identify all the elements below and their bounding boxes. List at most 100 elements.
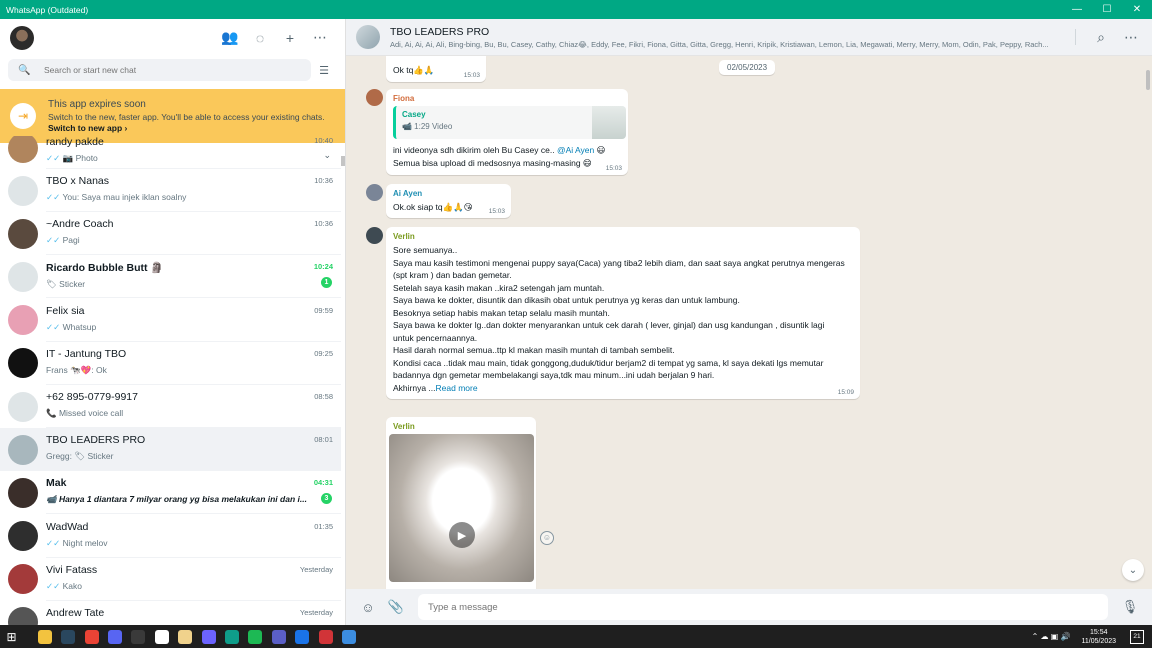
attach-icon[interactable]: 📎 — [382, 599, 410, 615]
chat-list-item[interactable]: Ricardo Bubble Butt 🗿 🏷 Sticker 10:24 1 — [0, 255, 341, 299]
contact-avatar[interactable] — [8, 521, 38, 552]
chevron-down-icon[interactable]: ⌄ — [323, 150, 331, 161]
conversation-panel: TBO LEADERS PRO Adi, Ai, Ai, Ai, Ali, Bi… — [346, 19, 1152, 625]
start-icon[interactable]: ⊞ — [0, 625, 23, 648]
contact-avatar[interactable] — [8, 434, 38, 465]
quoted-message[interactable]: Casey 📹 1:29 Video — [393, 106, 626, 139]
contact-avatar[interactable] — [8, 477, 38, 508]
chat-list-item[interactable]: Felix sia ✓✓ Whatsup 09:59 — [0, 299, 341, 342]
contact-avatar[interactable] — [8, 348, 38, 379]
taskbar-app-spotify[interactable] — [244, 625, 267, 648]
community-icon[interactable]: 👥 — [215, 26, 245, 50]
microphone-icon[interactable]: 🎙 — [1116, 599, 1144, 615]
chat-list-item[interactable]: randy pakde ✓✓ 📷 Photo 10:40 ⌄ — [0, 136, 341, 169]
taskbar-app-notepad[interactable] — [150, 625, 173, 648]
chat-time: 10:24 — [313, 262, 333, 272]
chat-list: randy pakde ✓✓ 📷 Photo 10:40 ⌄ TBO x Nanas ✓✓… — [0, 136, 341, 625]
chat-list-item[interactable]: TBO LEADERS PRO Gregg: 🏷 Sticker 08:01 — [0, 428, 341, 472]
taskbar-app-edge[interactable] — [221, 625, 244, 648]
contact-avatar[interactable] — [8, 136, 38, 163]
chat-list-item[interactable]: IT - Jantung TBO Frans 🐄💖: Ok 09:25 — [0, 342, 341, 385]
taskbar: ⊞ ⌃ ☁ ▣ 🔊 15:54 11/05/2023 21 — [0, 625, 1152, 648]
video-message-bubble[interactable]: Verlin ▶ — [386, 417, 536, 589]
taskbar-app-chrome[interactable] — [80, 625, 103, 648]
menu-icon[interactable]: ⋯ — [305, 26, 335, 50]
chat-list-item[interactable]: +62 895-0779-9917 📞 Missed voice call 08:5… — [0, 385, 341, 429]
chat-list-scrollbar[interactable] — [341, 156, 345, 166]
message-bubble[interactable]: Ai Ayen Ok.ok siap tq👍🙏😘 15:03 — [386, 184, 511, 218]
message-text: ini videonya sdh dikirim oleh Bu Casey c… — [393, 145, 557, 155]
read-more-link[interactable]: Read more — [436, 383, 478, 393]
message-bubble[interactable]: Fiona Casey 📹 1:29 Video ini videonya sd… — [386, 89, 628, 175]
chat-list-item[interactable]: Andrew Tate Yesterday — [0, 601, 341, 625]
contact-avatar[interactable] — [8, 607, 38, 625]
chat-list-item[interactable]: Mak 📹 Hanya 1 diantara 7 milyar orang yg … — [0, 471, 341, 515]
taskbar-app-steam[interactable] — [57, 625, 80, 648]
emoji-icon[interactable]: ☺ — [354, 600, 382, 615]
taskbar-app-video[interactable] — [197, 625, 220, 648]
message-sender[interactable]: Verlin — [389, 422, 533, 431]
expiry-banner[interactable]: ⇥ This app expires soon Switch to the ne… — [0, 89, 345, 143]
message-line: Saya bawa ke dokter lg..dan dokter menya… — [393, 320, 825, 330]
message-input[interactable] — [428, 601, 1028, 613]
taskbar-app-media[interactable] — [127, 625, 150, 648]
notification-icon[interactable]: 21 — [1130, 629, 1144, 644]
conversation-menu-icon[interactable]: ⋯ — [1116, 25, 1146, 49]
message-input-box[interactable] — [418, 594, 1108, 620]
message-time: 15:03 — [463, 72, 480, 79]
contact-avatar[interactable] — [8, 261, 38, 292]
maximize-button[interactable]: ☐ — [1092, 0, 1122, 19]
taskbar-app-mail[interactable] — [337, 625, 360, 648]
chat-list-item[interactable]: ~Andre Coach ✓✓ Pagi 10:36 — [0, 212, 341, 256]
taskbar-clock[interactable]: 15:54 11/05/2023 — [1081, 628, 1116, 646]
profile-avatar[interactable] — [10, 25, 34, 50]
message-line: Saya bawa ke dokter, disuntik dan dikasi… — [393, 295, 740, 305]
video-thumbnail[interactable]: ▶ — [389, 434, 534, 582]
contact-avatar[interactable] — [8, 305, 38, 336]
contact-avatar[interactable] — [8, 564, 38, 595]
search-messages-icon[interactable]: ⌕ — [1086, 25, 1116, 49]
search-input[interactable] — [44, 65, 244, 75]
chat-list-item[interactable]: WadWad ✓✓ Night melov 01:35 — [0, 515, 341, 558]
chat-time: 10:36 — [314, 219, 333, 229]
message-sender[interactable]: Ai Ayen — [393, 189, 504, 198]
taskbar-app-photos[interactable] — [174, 625, 197, 648]
close-button[interactable]: ✕ — [1122, 0, 1152, 19]
system-tray: ⌃ ☁ ▣ 🔊 15:54 11/05/2023 21 — [1029, 625, 1152, 648]
search-box[interactable]: 🔍 — [8, 59, 311, 81]
chat-list-item[interactable]: Vivi Fatass ✓✓ Kako Yesterday — [0, 558, 341, 601]
add-reaction-icon[interactable]: ☺ — [540, 531, 554, 545]
message-bubble[interactable]: Ok tq👍🙏 15:03 — [386, 56, 486, 82]
group-avatar[interactable] — [356, 25, 380, 49]
message-sender[interactable]: Fiona — [393, 94, 621, 103]
taskbar-app-whatsapp[interactable] — [314, 625, 337, 648]
spotify-icon — [248, 629, 263, 644]
taskbar-app-discord[interactable] — [104, 625, 127, 648]
taskbar-app-teams[interactable] — [267, 625, 290, 648]
taskbar-app-file-explorer[interactable] — [33, 625, 56, 648]
contact-avatar[interactable] — [8, 391, 38, 422]
message-scrollbar[interactable] — [1146, 70, 1150, 90]
tray-icons[interactable]: ⌃ ☁ ▣ 🔊 — [1032, 632, 1071, 641]
taskbar-app-browser[interactable] — [291, 625, 314, 648]
filter-icon[interactable]: ☰ — [311, 64, 337, 77]
contact-avatar[interactable] — [8, 218, 38, 249]
play-icon[interactable]: ▶ — [449, 522, 475, 548]
read-receipt-icon: ✓✓ — [46, 192, 61, 203]
message-bubble[interactable]: Verlin Sore semuanya.. Saya mau kasih tes… — [386, 227, 860, 399]
minimize-button[interactable]: — — [1062, 0, 1092, 19]
new-chat-icon[interactable]: + — [275, 26, 305, 50]
chat-list-item[interactable]: TBO x Nanas ✓✓ You: Saya mau injek iklan … — [0, 169, 341, 213]
sender-avatar[interactable] — [366, 227, 383, 244]
sender-avatar[interactable] — [366, 89, 383, 106]
sender-avatar[interactable] — [366, 184, 383, 201]
conversation-header[interactable]: TBO LEADERS PRO Adi, Ai, Ai, Ai, Ali, Bi… — [346, 19, 1152, 56]
status-icon[interactable]: ◌ — [245, 26, 275, 50]
mention-link[interactable]: @Ai Ayen — [557, 145, 594, 155]
message-sender[interactable]: Verlin — [393, 232, 853, 241]
contact-avatar[interactable] — [8, 175, 38, 206]
message-time: 15:03 — [605, 165, 622, 172]
switch-app-link[interactable]: Switch to new app › — [48, 123, 325, 133]
scroll-down-button[interactable]: ⌄ — [1122, 559, 1144, 581]
chat-name: IT - Jantung TBO — [46, 347, 127, 360]
